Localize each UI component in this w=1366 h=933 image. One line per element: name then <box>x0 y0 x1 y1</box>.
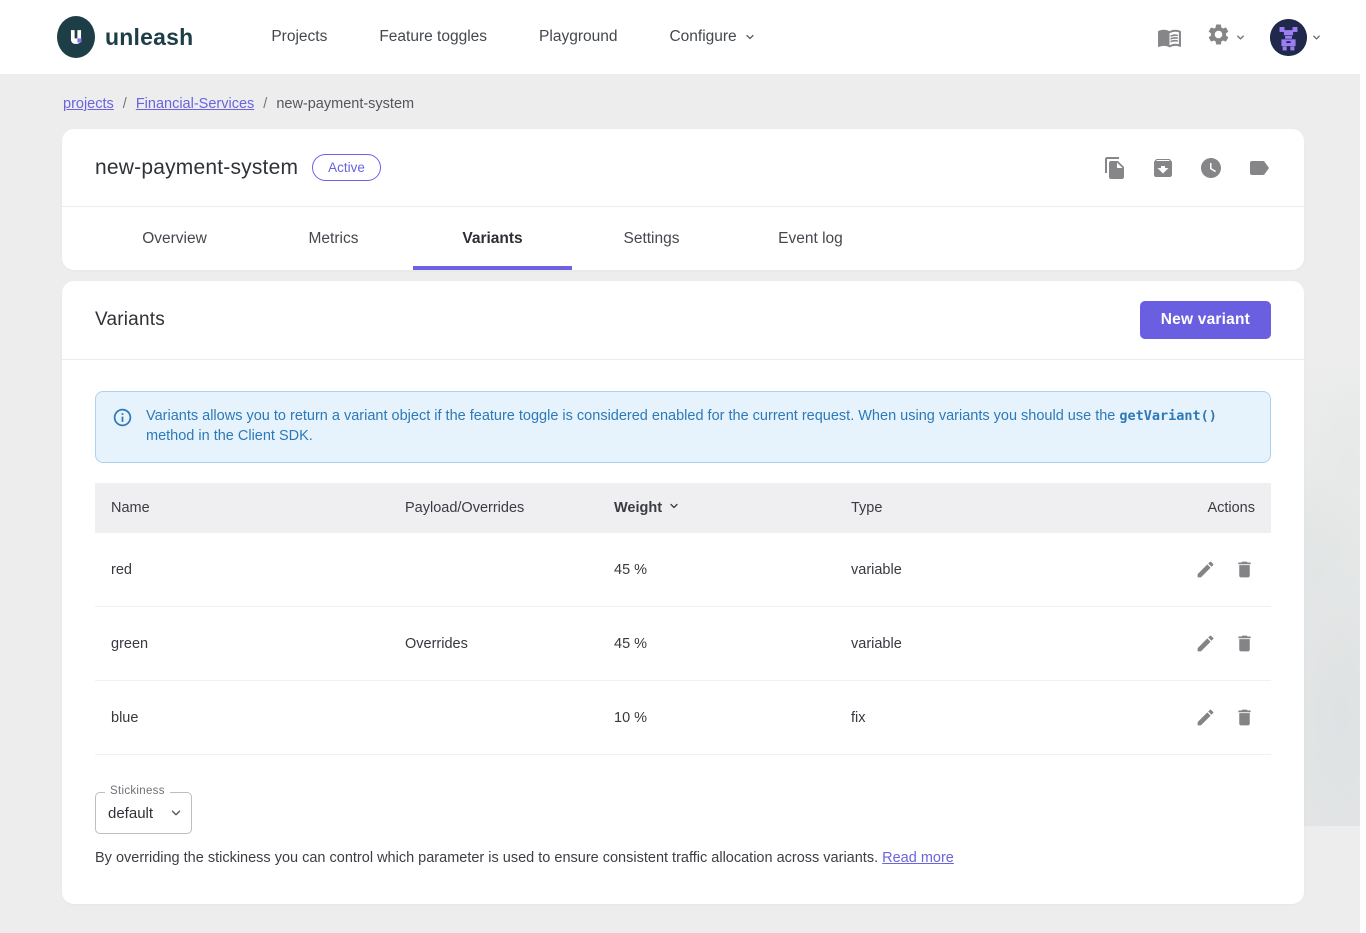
section-title: Variants <box>95 309 165 331</box>
edit-variant-pencil-icon[interactable] <box>1195 633 1216 654</box>
page-title: new-payment-system <box>95 156 298 180</box>
code-get-variant: getVariant() <box>1119 408 1217 424</box>
edit-variant-pencil-icon[interactable] <box>1195 559 1216 580</box>
delete-variant-trash-icon[interactable] <box>1234 633 1255 654</box>
variant-name: green <box>95 636 389 652</box>
feature-tabs: Overview Metrics Variants Settings Event… <box>62 207 1304 270</box>
chevron-down-icon <box>169 806 183 820</box>
archive-icon[interactable] <box>1151 156 1175 180</box>
variant-type: variable <box>835 636 1121 652</box>
brand-name: unleash <box>105 24 193 51</box>
delete-variant-trash-icon[interactable] <box>1234 707 1255 728</box>
info-icon <box>112 407 133 446</box>
nav-link-playground[interactable]: Playground <box>539 28 617 46</box>
chevron-down-icon <box>1311 32 1322 43</box>
chevron-down-icon <box>668 500 680 516</box>
status-badge: Active <box>312 154 381 181</box>
tab-event-log[interactable]: Event log <box>731 207 890 270</box>
stickiness-description: By overriding the stickiness you can con… <box>95 850 1271 866</box>
top-navbar: unleash Projects Feature toggles Playgro… <box>0 0 1366 74</box>
read-more-link[interactable]: Read more <box>882 850 954 866</box>
avatar <box>1270 19 1307 56</box>
breadcrumb-projects-link[interactable]: projects <box>63 96 114 112</box>
variants-table: Name Payload/Overrides Weight Type Actio… <box>95 483 1271 755</box>
scrollbar[interactable] <box>1360 0 1366 933</box>
variant-weight: 45 % <box>598 562 835 578</box>
variants-info-alert: Variants allows you to return a variant … <box>95 391 1271 463</box>
nav-link-projects[interactable]: Projects <box>271 28 327 46</box>
stickiness-select[interactable]: Stickiness default <box>95 792 192 834</box>
feature-actions <box>1103 156 1271 180</box>
table-row: green Overrides 45 % variable <box>95 607 1271 681</box>
column-header-type: Type <box>835 500 1121 516</box>
edit-variant-pencil-icon[interactable] <box>1195 707 1216 728</box>
chevron-down-icon <box>1235 32 1246 43</box>
breadcrumb-separator: / <box>263 96 267 112</box>
variants-card: Variants New variant Variants allows you… <box>62 281 1304 904</box>
unleash-logo-icon <box>57 16 95 58</box>
weight-sort-button[interactable]: Weight <box>614 500 680 516</box>
variant-type: fix <box>835 710 1121 726</box>
column-header-weight: Weight <box>598 500 835 516</box>
alert-text: Variants allows you to return a variant … <box>146 406 1254 446</box>
stickiness-value: default <box>108 805 153 822</box>
column-header-payload: Payload/Overrides <box>389 500 598 516</box>
variant-weight: 10 % <box>598 710 835 726</box>
column-header-actions: Actions <box>1121 500 1271 516</box>
nav-link-feature-toggles[interactable]: Feature toggles <box>379 28 487 46</box>
settings-gear-menu[interactable] <box>1206 22 1246 52</box>
documentation-book-icon[interactable] <box>1157 25 1182 50</box>
variant-payload: Overrides <box>389 636 598 652</box>
variant-name: red <box>95 562 389 578</box>
history-clock-icon[interactable] <box>1199 156 1223 180</box>
user-avatar-menu[interactable] <box>1270 19 1322 56</box>
breadcrumb-current: new-payment-system <box>276 96 414 112</box>
tag-label-icon[interactable] <box>1247 156 1271 180</box>
table-row: blue 10 % fix <box>95 681 1271 755</box>
breadcrumb-project-link[interactable]: Financial-Services <box>136 96 254 112</box>
gear-icon <box>1206 22 1231 52</box>
stickiness-label: Stickiness <box>105 785 170 797</box>
variants-content: Variants allows you to return a variant … <box>62 391 1304 866</box>
nav-link-configure[interactable]: Configure <box>669 28 755 46</box>
tab-variants[interactable]: Variants <box>413 207 572 270</box>
table-row: red 45 % variable <box>95 533 1271 607</box>
breadcrumb-separator: / <box>123 96 127 112</box>
variant-name: blue <box>95 710 389 726</box>
feature-title-row: new-payment-system Active <box>62 129 1304 207</box>
new-variant-button[interactable]: New variant <box>1140 301 1271 339</box>
feature-header-card: new-payment-system Active Overview Metri… <box>62 129 1304 270</box>
tab-metrics[interactable]: Metrics <box>254 207 413 270</box>
variants-section-header: Variants New variant <box>62 281 1304 360</box>
nav-right <box>1157 19 1322 56</box>
column-header-name: Name <box>95 500 389 516</box>
tab-overview[interactable]: Overview <box>95 207 254 270</box>
background-decoration <box>1298 368 1360 826</box>
variant-type: variable <box>835 562 1121 578</box>
copy-feature-icon[interactable] <box>1103 156 1127 180</box>
nav-links: Projects Feature toggles Playground Conf… <box>271 28 755 46</box>
delete-variant-trash-icon[interactable] <box>1234 559 1255 580</box>
chevron-down-icon <box>744 31 756 43</box>
tab-settings[interactable]: Settings <box>572 207 731 270</box>
table-header-row: Name Payload/Overrides Weight Type Actio… <box>95 483 1271 533</box>
unleash-logo[interactable]: unleash <box>57 16 193 58</box>
breadcrumb: projects / Financial-Services / new-paym… <box>63 96 1366 112</box>
variant-weight: 45 % <box>598 636 835 652</box>
